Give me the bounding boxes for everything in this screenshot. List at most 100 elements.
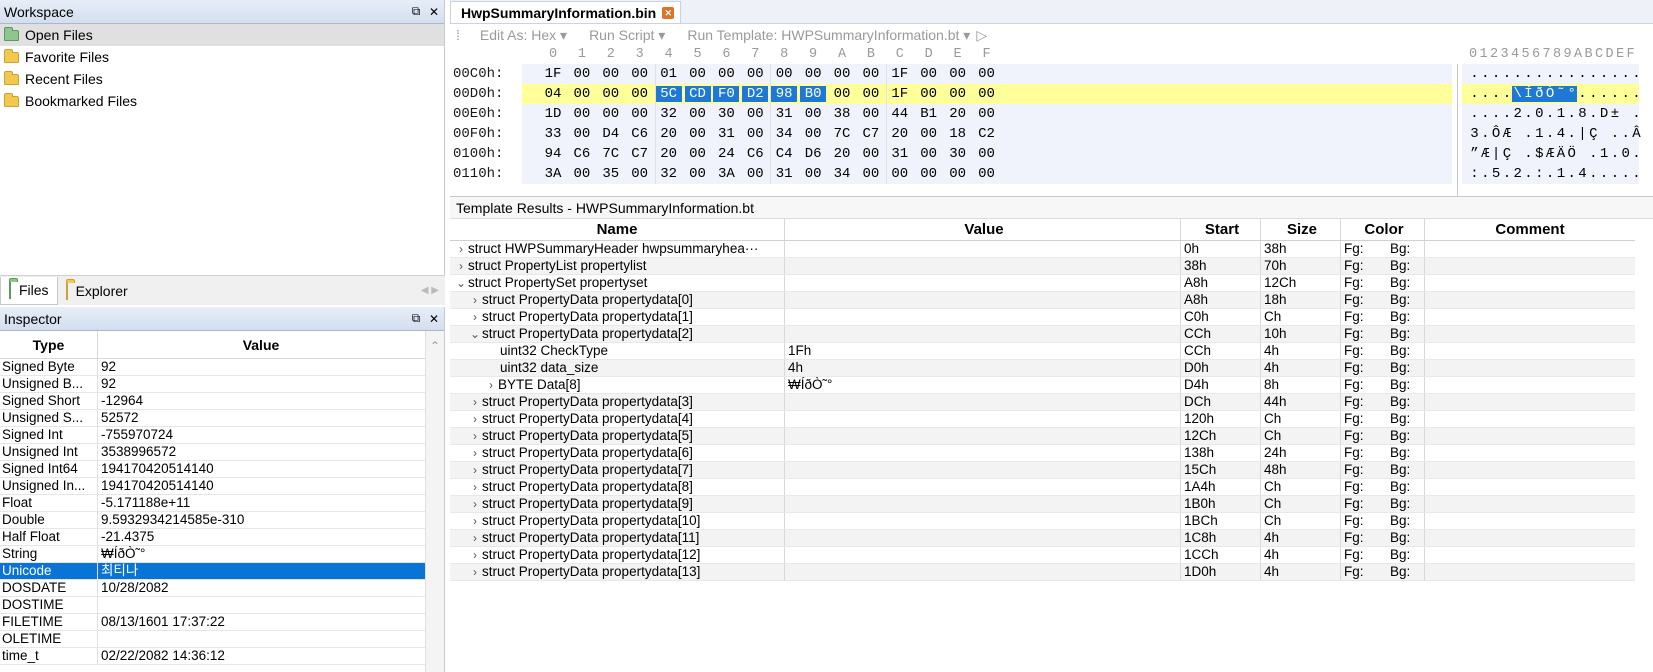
- hex-ascii-char[interactable]: .: [1620, 126, 1631, 142]
- hex-ascii-char[interactable]: .: [1523, 166, 1534, 182]
- expand-arrow-icon[interactable]: ›: [468, 513, 482, 529]
- collapse-arrow-icon[interactable]: ⌄: [454, 275, 468, 291]
- hex-ascii-char[interactable]: .: [1501, 106, 1512, 122]
- hex-ascii-char[interactable]: Ô: [1491, 126, 1502, 142]
- expand-arrow-icon[interactable]: ›: [468, 496, 482, 512]
- expand-arrow-icon[interactable]: ›: [484, 377, 498, 393]
- inspector-row[interactable]: Unsigned In... 194170420514140: [0, 478, 444, 495]
- table-row[interactable]: › struct PropertyData propertydata[12] 1CC…: [450, 547, 1635, 564]
- close-tab-icon[interactable]: ✕: [662, 6, 675, 19]
- table-row[interactable]: › struct PropertyData propertydata[5] 12Ch…: [450, 428, 1635, 445]
- hex-byte[interactable]: 38: [829, 106, 855, 122]
- table-row[interactable]: ⌄ struct PropertyData propertydata[2] CCh 1…: [450, 326, 1635, 343]
- hex-ascii-char[interactable]: .: [1545, 126, 1556, 142]
- expand-arrow-icon[interactable]: ›: [468, 292, 482, 308]
- hex-ascii-char[interactable]: 0: [1534, 106, 1545, 122]
- hex-byte[interactable]: F0: [713, 86, 740, 102]
- table-row[interactable]: › struct PropertyData propertydata[10] 1BC…: [450, 513, 1635, 530]
- hex-ascii-char[interactable]: .: [1631, 146, 1642, 162]
- hex-byte[interactable]: 00: [713, 66, 739, 82]
- hex-byte[interactable]: 00: [945, 166, 971, 182]
- hex-ascii-char[interactable]: .: [1620, 86, 1631, 102]
- table-row[interactable]: ⌄ struct PropertySet propertyset A8h 12Ch Fg…: [450, 275, 1635, 292]
- hex-byte[interactable]: 00: [685, 166, 711, 182]
- inspector-scrollbar[interactable]: ⌃: [425, 331, 444, 672]
- hex-byte[interactable]: 00: [916, 86, 942, 102]
- hex-byte[interactable]: C6: [569, 146, 595, 162]
- hex-ascii-char[interactable]: .: [1588, 146, 1599, 162]
- hex-byte[interactable]: 00: [887, 166, 913, 182]
- hex-byte[interactable]: 00: [800, 106, 826, 122]
- hex-ascii-char[interactable]: 2: [1512, 166, 1523, 182]
- hex-ascii-char[interactable]: |: [1491, 146, 1502, 162]
- workspace-item-bookmarked-files[interactable]: Bookmarked Files: [0, 90, 444, 112]
- edit-as-dropdown[interactable]: Edit As: Hex ▾: [480, 27, 567, 44]
- hex-ascii-char[interactable]: .: [1501, 86, 1512, 102]
- hex-byte[interactable]: 00: [742, 106, 768, 122]
- table-row[interactable]: › BYTE Data[8] ₩ÍðÒ˜° D4h 8h Fg: Bg:: [450, 377, 1635, 394]
- hex-ascii-char[interactable]: .: [1566, 166, 1577, 182]
- hex-byte[interactable]: 00: [858, 146, 884, 162]
- expand-arrow-icon[interactable]: ›: [454, 241, 468, 257]
- hex-ascii-char[interactable]: .: [1480, 126, 1491, 142]
- column-size[interactable]: Size: [1261, 219, 1341, 240]
- hex-byte[interactable]: 00: [916, 146, 942, 162]
- hex-ascii-char[interactable]: Í: [1523, 86, 1534, 102]
- hex-byte[interactable]: 1F: [540, 66, 566, 82]
- workspace-item-open-files[interactable]: Open Files: [0, 24, 444, 46]
- restore-icon[interactable]: ⧉: [408, 311, 424, 326]
- hex-ascii-char[interactable]: ”: [1469, 146, 1480, 162]
- table-row[interactable]: › struct PropertyList propertylist 38h 70h F…: [450, 258, 1635, 275]
- hex-ascii-char[interactable]: .: [1501, 166, 1512, 182]
- hex-grid[interactable]: 00C0h: 1F 00 00 00 01 00 00 00 00 00 00 00 1F 00 00 00..…: [450, 64, 1653, 196]
- hex-ascii-char[interactable]: .: [1491, 106, 1502, 122]
- hex-ascii-char[interactable]: .: [1609, 86, 1620, 102]
- hex-ascii-char[interactable]: .: [1631, 66, 1642, 82]
- hex-byte[interactable]: 31: [887, 146, 913, 162]
- hex-ascii-char[interactable]: .: [1566, 126, 1577, 142]
- hex-ascii-char[interactable]: |: [1577, 126, 1588, 142]
- table-row[interactable]: uint32 CheckType 1Fh CCh 4h Fg: Bg:: [450, 343, 1635, 360]
- run-template-arrow-icon[interactable]: ▷: [976, 27, 987, 44]
- inspector-row[interactable]: DOSDATE 10/28/2082: [0, 580, 444, 597]
- hex-ascii-char[interactable]: $: [1534, 146, 1545, 162]
- hex-byte[interactable]: 20: [656, 146, 682, 162]
- hex-byte[interactable]: 00: [800, 66, 826, 82]
- hex-ascii-char[interactable]: Ç: [1588, 126, 1599, 142]
- tab-explorer[interactable]: Explorer: [58, 277, 136, 305]
- hex-ascii-char[interactable]: .: [1588, 86, 1599, 102]
- hex-byte[interactable]: 00: [974, 106, 1000, 122]
- hex-byte[interactable]: 00: [829, 66, 855, 82]
- hex-byte[interactable]: 00: [858, 86, 884, 102]
- inspector-row[interactable]: Unsigned S... 52572: [0, 410, 444, 427]
- inspector-row[interactable]: String ₩ÍðÒ˜°: [0, 546, 444, 563]
- hex-byte[interactable]: 20: [829, 146, 855, 162]
- hex-ascii-char[interactable]: .: [1631, 106, 1642, 122]
- hex-ascii-char[interactable]: .: [1566, 66, 1577, 82]
- file-tab[interactable]: HwpSummaryInformation.bin ✕: [450, 1, 682, 23]
- hex-ascii-char[interactable]: .: [1523, 146, 1534, 162]
- column-color[interactable]: Color: [1341, 219, 1425, 240]
- hex-byte[interactable]: 04: [540, 86, 566, 102]
- hex-ascii-char[interactable]: .: [1609, 126, 1620, 142]
- hex-ascii-char[interactable]: .: [1555, 66, 1566, 82]
- hex-ascii-char[interactable]: ±: [1609, 106, 1620, 122]
- hex-ascii-char[interactable]: .: [1480, 106, 1491, 122]
- hex-ascii-char[interactable]: .: [1577, 86, 1588, 102]
- hex-byte[interactable]: 00: [685, 106, 711, 122]
- hex-byte[interactable]: 31: [771, 166, 797, 182]
- hex-byte[interactable]: 30: [945, 146, 971, 162]
- inspector-row[interactable]: time_t 02/22/2082 14:36:12: [0, 648, 444, 665]
- hex-line[interactable]: 0110h: 3A 00 35 00 32 00 3A 00 31 00 34 00 00 00 00 00:.…: [450, 164, 1653, 184]
- hex-byte[interactable]: B1: [916, 106, 942, 122]
- workspace-item-favorite-files[interactable]: Favorite Files: [0, 46, 444, 68]
- hex-byte[interactable]: 00: [974, 146, 1000, 162]
- hex-ascii-char[interactable]: .: [1599, 86, 1610, 102]
- hex-byte[interactable]: 3A: [713, 166, 739, 182]
- hex-byte[interactable]: 20: [945, 106, 971, 122]
- hex-ascii-char[interactable]: 1: [1534, 126, 1545, 142]
- hex-byte[interactable]: 00: [685, 66, 711, 82]
- expand-arrow-icon[interactable]: ›: [468, 547, 482, 563]
- hex-ascii-char[interactable]: .: [1620, 66, 1631, 82]
- hex-ascii-char[interactable]: Â: [1631, 126, 1642, 142]
